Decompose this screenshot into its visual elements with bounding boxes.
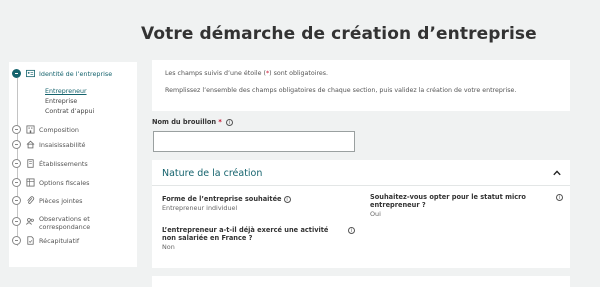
step-label: Options fiscales bbox=[39, 179, 90, 187]
step-insaisissabilite[interactable]: Insaisissabilité bbox=[9, 138, 137, 152]
required-star: * bbox=[218, 118, 222, 126]
step-identite[interactable]: Identité de l’entreprise bbox=[9, 67, 137, 81]
step-label: Pièces jointes bbox=[39, 197, 83, 205]
draft-label-text: Nom du brouillon bbox=[152, 118, 217, 126]
id-card-icon bbox=[26, 69, 35, 78]
step-status-icon bbox=[12, 159, 21, 168]
next-section-card bbox=[152, 276, 570, 287]
instructions-text: Remplissez l’ensemble des champs obligat… bbox=[165, 87, 517, 94]
step-options-fiscales[interactable]: Options fiscales bbox=[9, 176, 137, 190]
table-icon bbox=[26, 178, 35, 187]
step-status-icon bbox=[12, 178, 21, 187]
users-icon bbox=[26, 218, 34, 225]
field-value: Oui bbox=[370, 210, 381, 218]
home-icon bbox=[26, 140, 35, 149]
step-label: Identité de l’entreprise bbox=[39, 70, 113, 78]
step-label: Insaisissabilité bbox=[39, 141, 86, 149]
draft-name-input[interactable] bbox=[153, 131, 355, 152]
step-composition[interactable]: Composition bbox=[9, 123, 137, 137]
step-status-icon bbox=[12, 236, 21, 245]
step-label: Récapitulatif bbox=[39, 237, 80, 245]
chevron-up-icon[interactable] bbox=[553, 169, 561, 177]
document-icon bbox=[27, 236, 34, 245]
notice-text: Les champs suivis d’une étoile ( bbox=[165, 70, 266, 77]
section-title: Nature de la création bbox=[162, 168, 263, 179]
substep-contrat-appui[interactable]: Contrat d’appui bbox=[45, 108, 94, 115]
building-icon bbox=[27, 159, 34, 168]
page-title: Votre démarche de création d’entreprise bbox=[141, 24, 537, 44]
field-label: L’entrepreneur a-t-il déjà exercé une ac… bbox=[162, 226, 329, 242]
label-text: Forme de l’entreprise souhaitée bbox=[162, 195, 282, 203]
substep-entrepreneur[interactable]: Entrepreneur bbox=[45, 88, 87, 95]
field-label: Souhaitez-vous opter pour le statut micr… bbox=[370, 193, 526, 209]
step-label: Observations et correspondance bbox=[39, 215, 91, 231]
info-icon[interactable]: i bbox=[348, 227, 355, 234]
substep-entreprise[interactable]: Entreprise bbox=[45, 98, 77, 105]
field-label: Forme de l’entreprise souhaitée i bbox=[162, 195, 352, 203]
info-icon[interactable]: i bbox=[283, 196, 291, 203]
step-status-icon bbox=[12, 69, 21, 78]
nature-creation-card: Nature de la création Forme de l’entrepr… bbox=[152, 160, 570, 268]
step-status-icon bbox=[12, 125, 21, 134]
notice-text: ) sont obligatoires. bbox=[269, 70, 329, 77]
step-status-icon bbox=[12, 140, 21, 149]
building-icon bbox=[26, 125, 35, 134]
step-recapitulatif[interactable]: Récapitulatif bbox=[9, 234, 137, 248]
step-status-icon bbox=[12, 217, 21, 226]
field-value: Non bbox=[162, 243, 175, 251]
step-label: Établissements bbox=[39, 160, 88, 168]
step-label: Composition bbox=[39, 126, 79, 134]
section-header[interactable]: Nature de la création bbox=[152, 160, 570, 186]
mandatory-info-panel: Les champs suivis d’une étoile (*) sont … bbox=[152, 60, 570, 111]
step-observations[interactable]: Observations et correspondance bbox=[9, 212, 137, 232]
steps-sidebar: Identité de l’entreprise Entrepreneur En… bbox=[9, 62, 137, 267]
step-etablissements[interactable]: Établissements bbox=[9, 157, 137, 171]
step-pieces-jointes[interactable]: Pièces jointes bbox=[9, 194, 137, 208]
draft-name-label: Nom du brouillon * i bbox=[152, 118, 234, 126]
paperclip-icon bbox=[27, 196, 35, 204]
info-icon[interactable]: i bbox=[226, 119, 234, 126]
mandatory-fields-notice: Les champs suivis d’une étoile (*) sont … bbox=[165, 70, 328, 77]
step-status-icon bbox=[12, 196, 21, 205]
field-value: Entrepreneur individuel bbox=[162, 204, 238, 212]
info-icon[interactable]: i bbox=[556, 194, 563, 201]
